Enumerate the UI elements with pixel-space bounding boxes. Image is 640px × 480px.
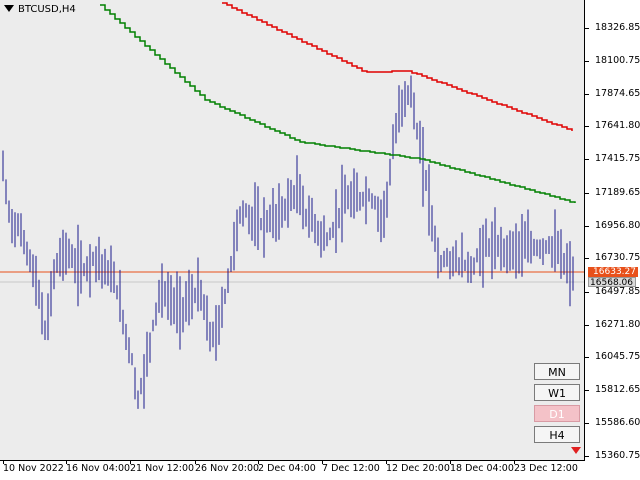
price-tick-label: 18326.85 bbox=[595, 22, 640, 33]
price-tick-label: 17415.75 bbox=[595, 153, 640, 164]
ohlc-bars bbox=[2, 75, 574, 409]
chart-window: BTCUSD,H4 18326.85 18100.75 17874.65 17641.… bbox=[0, 0, 640, 480]
time-tick-label: 7 Dec 12:00 bbox=[322, 463, 380, 474]
upper-indicator-line bbox=[222, 2, 573, 131]
price-axis[interactable]: 18326.85 18100.75 17874.65 17641.80 17415.75… bbox=[585, 0, 640, 461]
timeframe-button-mn[interactable]: MN bbox=[534, 363, 580, 380]
time-tick-label: 16 Nov 04:00 bbox=[66, 463, 131, 474]
price-tick-label: 15586.60 bbox=[595, 417, 640, 428]
bid-price-tag: 16568.06 bbox=[588, 277, 636, 288]
price-tick-mark bbox=[585, 456, 589, 457]
timeframe-button-h4[interactable]: H4 bbox=[534, 426, 580, 443]
price-tick-mark bbox=[585, 325, 589, 326]
price-tick-mark bbox=[585, 292, 589, 293]
price-tick-mark bbox=[585, 193, 589, 194]
price-tick-mark bbox=[585, 258, 589, 259]
price-tick-label: 16956.80 bbox=[595, 220, 640, 231]
price-tick-mark bbox=[585, 226, 589, 227]
price-tick-label: 17874.65 bbox=[595, 88, 640, 99]
price-tick-label: 16271.80 bbox=[595, 319, 640, 330]
time-tick-label: 2 Dec 04:00 bbox=[258, 463, 316, 474]
price-tick-label: 15812.65 bbox=[595, 384, 640, 395]
time-axis[interactable]: 10 Nov 2022 16 Nov 04:00 21 Nov 12:00 26 No… bbox=[0, 461, 585, 480]
time-tick-label: 21 Nov 12:00 bbox=[130, 463, 195, 474]
price-chart[interactable] bbox=[0, 0, 585, 461]
middle-indicator-line bbox=[100, 4, 576, 203]
chart-plot-area[interactable]: BTCUSD,H4 bbox=[0, 0, 585, 461]
price-tick-mark bbox=[585, 28, 589, 29]
timeframe-button-w1[interactable]: W1 bbox=[534, 384, 580, 401]
time-tick-label: 26 Nov 20:00 bbox=[195, 463, 260, 474]
price-tick-label: 15360.75 bbox=[595, 450, 640, 461]
price-tick-label: 17189.65 bbox=[595, 187, 640, 198]
triangle-down-icon[interactable] bbox=[4, 5, 14, 12]
price-tick-mark bbox=[585, 390, 589, 391]
price-tick-mark bbox=[585, 423, 589, 424]
time-tick-label: 12 Dec 20:00 bbox=[386, 463, 450, 474]
price-tick-label: 18100.75 bbox=[595, 55, 640, 66]
price-tick-mark bbox=[585, 159, 589, 160]
red-arrow-down-icon[interactable] bbox=[571, 447, 581, 454]
price-tick-label: 16045.75 bbox=[595, 351, 640, 362]
time-tick-label: 23 Dec 12:00 bbox=[514, 463, 578, 474]
price-tick-mark bbox=[585, 357, 589, 358]
current-price-tag: 16633.27 bbox=[588, 267, 638, 277]
price-tick-label: 16730.75 bbox=[595, 252, 640, 263]
price-tick-mark bbox=[585, 94, 589, 95]
price-tick-mark bbox=[585, 126, 589, 127]
time-tick-label: 10 Nov 2022 bbox=[3, 463, 64, 474]
symbol-timeframe-label: BTCUSD,H4 bbox=[18, 4, 76, 15]
time-tick-label: 18 Dec 04:00 bbox=[450, 463, 514, 474]
timeframe-button-d1[interactable]: D1 bbox=[534, 405, 580, 422]
price-tick-label: 17641.80 bbox=[595, 120, 640, 131]
price-tick-mark bbox=[585, 61, 589, 62]
